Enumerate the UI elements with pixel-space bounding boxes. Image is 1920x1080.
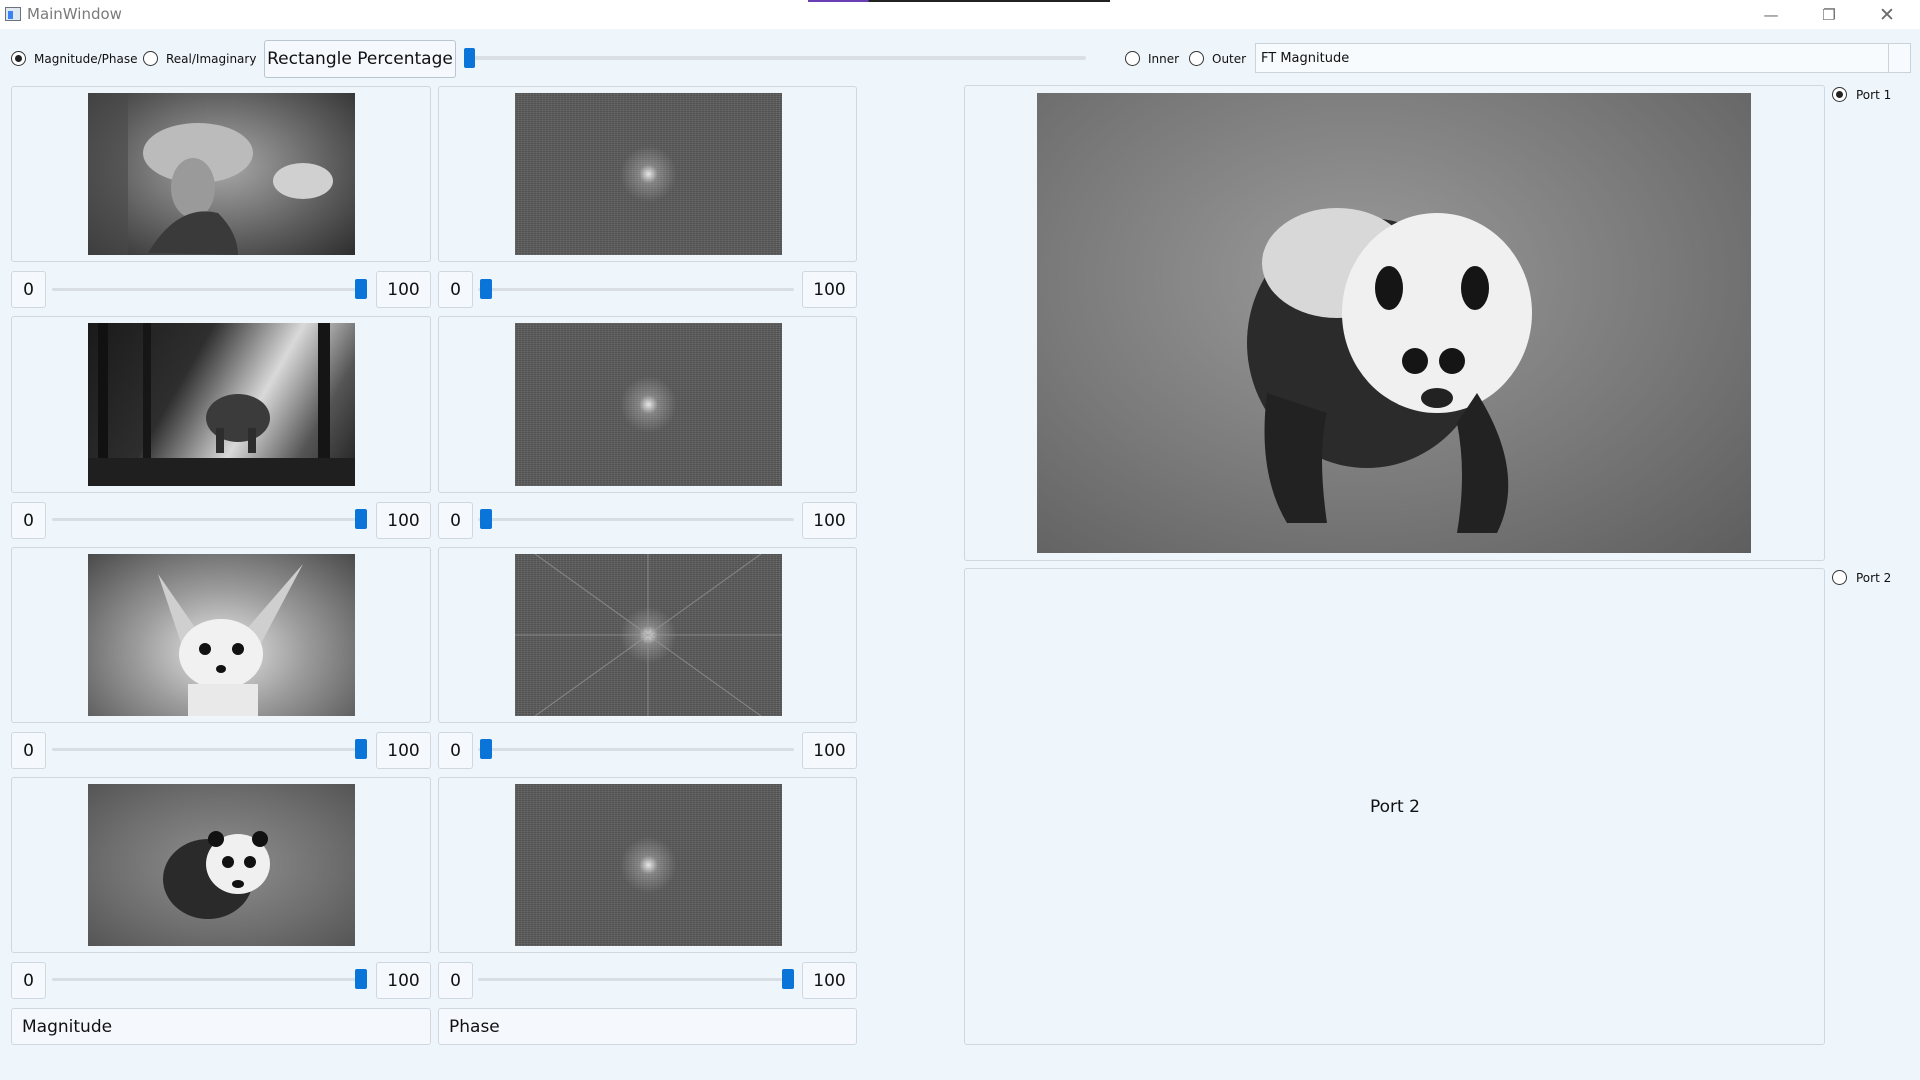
- ft-4-weight-slider[interactable]: [478, 968, 794, 992]
- ft-4-min-value[interactable]: 0: [438, 962, 473, 999]
- image-2-weight-slider[interactable]: [52, 508, 367, 532]
- image-2-min-value[interactable]: 0: [11, 502, 46, 539]
- port-2-output-panel[interactable]: Port 2: [964, 568, 1825, 1045]
- ft-1-slider-groove: [478, 288, 794, 291]
- ft-4-slider-groove: [478, 978, 794, 981]
- image-3-weight-slider[interactable]: [52, 738, 367, 762]
- ft-4-max-value[interactable]: 100: [802, 962, 857, 999]
- close-button[interactable]: ✕: [1858, 0, 1916, 29]
- ft-2-slider-handle[interactable]: [480, 509, 492, 529]
- port-2-label: Port 2: [1856, 571, 1892, 585]
- image-2-panel[interactable]: [11, 316, 431, 493]
- image-4-slider-groove: [52, 978, 366, 981]
- ft-3-star-pattern-icon: [515, 554, 782, 716]
- image-1-min-value[interactable]: 0: [11, 271, 46, 308]
- ft-4-magnitude-image: [515, 784, 782, 946]
- image-2-slider-groove: [52, 518, 366, 521]
- ft-2-weight-slider[interactable]: [478, 508, 794, 532]
- port-2-radio[interactable]: [1832, 570, 1847, 585]
- ft-3-min-value[interactable]: 0: [438, 732, 473, 769]
- mode-magnitude-phase-label: Magnitude/Phase: [34, 52, 138, 66]
- left-component-select[interactable]: Magnitude: [11, 1008, 431, 1045]
- image-3-min-value[interactable]: 0: [11, 732, 46, 769]
- mode-real-imaginary-label: Real/Imaginary: [166, 52, 257, 66]
- title-accent-bar: [808, 0, 1110, 2]
- app-window-icon: [5, 7, 21, 21]
- image-1-lena-photo: [88, 93, 355, 255]
- ft-2-magnitude-image: [515, 323, 782, 486]
- region-inner-radio[interactable]: [1125, 51, 1140, 66]
- image-3-slider-groove: [52, 748, 366, 751]
- region-outer-radio[interactable]: [1189, 51, 1204, 66]
- minimize-icon: —: [1763, 5, 1779, 24]
- rectangle-percentage-slider[interactable]: [464, 47, 1086, 69]
- port-1-radio[interactable]: [1832, 87, 1847, 102]
- minimize-button[interactable]: —: [1742, 0, 1800, 29]
- image-2-elephant-photo: [88, 323, 355, 486]
- ft-1-panel[interactable]: [438, 86, 857, 262]
- title-bar: MainWindow — ❐ ✕: [0, 0, 1920, 29]
- image-4-max-value[interactable]: 100: [376, 962, 431, 999]
- image-4-panda-photo: [88, 784, 355, 946]
- right-component-select[interactable]: Phase: [438, 1008, 857, 1045]
- image-1-max-value[interactable]: 100: [376, 271, 431, 308]
- ft-1-min-value[interactable]: 0: [438, 271, 473, 308]
- ft-3-max-value[interactable]: 100: [802, 732, 857, 769]
- image-4-slider-handle[interactable]: [355, 969, 367, 989]
- port-1-label: Port 1: [1856, 88, 1892, 102]
- mode-real-imaginary-radio[interactable]: [143, 51, 158, 66]
- image-2-max-value[interactable]: 100: [376, 502, 431, 539]
- restore-button[interactable]: ❐: [1800, 0, 1858, 29]
- display-mode-value: FT Magnitude: [1261, 50, 1350, 66]
- display-mode-select[interactable]: FT Magnitude: [1255, 43, 1911, 73]
- ft-1-magnitude-image: [515, 93, 782, 255]
- region-outer-label: Outer: [1212, 52, 1247, 66]
- ft-4-slider-handle[interactable]: [782, 969, 794, 989]
- ft-2-slider-groove: [478, 518, 794, 521]
- rectangle-slider-groove: [464, 56, 1086, 60]
- image-1-slider-handle[interactable]: [355, 279, 367, 299]
- image-2-slider-handle[interactable]: [355, 509, 367, 529]
- ft-1-max-value[interactable]: 100: [802, 271, 857, 308]
- ft-2-max-value[interactable]: 100: [802, 502, 857, 539]
- ft-3-slider-groove: [478, 748, 794, 751]
- fennec-fox-icon: [158, 564, 303, 716]
- ft-2-min-value[interactable]: 0: [438, 502, 473, 539]
- image-4-weight-slider[interactable]: [52, 968, 367, 992]
- close-icon: ✕: [1879, 3, 1895, 26]
- ft-3-panel[interactable]: [438, 547, 857, 723]
- ft-3-weight-slider[interactable]: [478, 738, 794, 762]
- lena-woman-hat-icon: [88, 93, 333, 255]
- ft-1-slider-handle[interactable]: [480, 279, 492, 299]
- window-title: MainWindow: [27, 5, 122, 23]
- mode-magnitude-phase-radio[interactable]: [11, 51, 26, 66]
- image-1-panel[interactable]: [11, 86, 431, 262]
- region-inner-label: Inner: [1148, 52, 1180, 66]
- image-3-slider-handle[interactable]: [355, 739, 367, 759]
- image-3-max-value[interactable]: 100: [376, 732, 431, 769]
- image-3-panel[interactable]: [11, 547, 431, 723]
- ft-1-weight-slider[interactable]: [478, 278, 794, 302]
- image-4-panel[interactable]: [11, 777, 431, 953]
- ft-3-slider-handle[interactable]: [480, 739, 492, 759]
- panda-output-icon: [1247, 208, 1532, 533]
- ft-4-panel[interactable]: [438, 777, 857, 953]
- restore-icon: ❐: [1822, 5, 1836, 24]
- panda-small-icon: [163, 831, 270, 919]
- image-4-min-value[interactable]: 0: [11, 962, 46, 999]
- elephant-forest-icon: [88, 323, 355, 486]
- display-mode-dropdown-arrow[interactable]: [1888, 44, 1910, 72]
- image-1-weight-slider[interactable]: [52, 278, 367, 302]
- image-1-slider-groove: [52, 288, 366, 291]
- rectangle-percentage-button[interactable]: Rectangle Percentage: [264, 40, 456, 78]
- port-2-placeholder-label: Port 2: [1370, 797, 1420, 817]
- rectangle-slider-handle[interactable]: [464, 48, 475, 68]
- image-3-fennec-fox-photo: [88, 554, 355, 716]
- port-1-panda-output-image: [1037, 93, 1751, 553]
- port-1-output-panel[interactable]: [964, 85, 1825, 561]
- ft-3-magnitude-image: [515, 554, 782, 716]
- ft-2-panel[interactable]: [438, 316, 857, 493]
